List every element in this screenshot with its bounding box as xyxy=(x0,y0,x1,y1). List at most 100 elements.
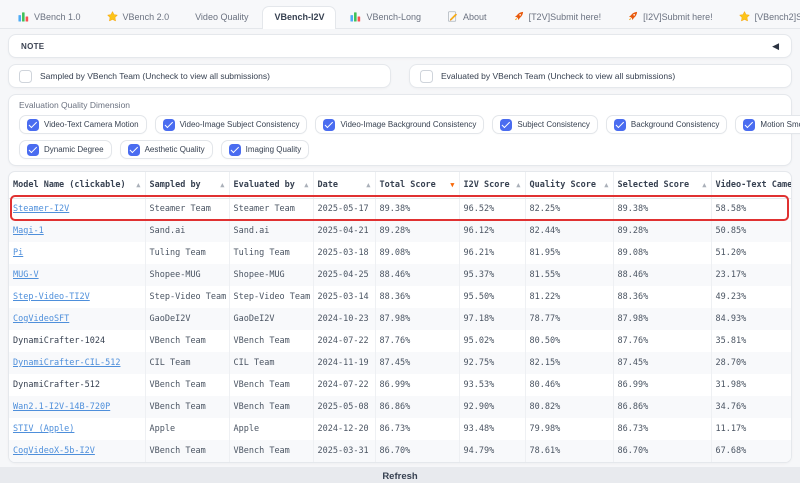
cell-date: 2025-05-08 xyxy=(313,396,375,418)
column-header-i2v-score[interactable]: I2V Score ▲ xyxy=(459,172,525,198)
filter-row: Sampled by VBench Team (Uncheck to view … xyxy=(8,64,792,88)
cell-camera_motion: 50.85% xyxy=(711,220,792,242)
collapse-arrow-icon[interactable]: ◀ xyxy=(772,42,779,51)
cell-total_score: 89.38% xyxy=(375,198,459,220)
note-accordion[interactable]: NOTE ◀ xyxy=(8,34,792,58)
cell-total_score: 86.73% xyxy=(375,418,459,440)
tab-vbench-long[interactable]: VBench-Long xyxy=(338,5,433,28)
tab-vbench-2-0[interactable]: VBench 2.0 xyxy=(95,5,182,28)
dimension-chip-row: Video-Text Camera Motion Video-Image Subj… xyxy=(19,115,781,134)
model-name-link[interactable]: Pi xyxy=(13,248,23,258)
dimension-chip-subject-consistency[interactable]: Subject Consistency xyxy=(492,115,597,134)
model-name-link[interactable]: STIV (Apple) xyxy=(13,424,74,434)
tab-vbench-i2v[interactable]: VBench-I2V xyxy=(262,6,336,29)
dimension-chip-label: Video-Image Background Consistency xyxy=(340,120,476,129)
cell-selected_score: 87.45% xyxy=(613,352,711,374)
cell-date: 2025-03-14 xyxy=(313,286,375,308)
cell-i2v_score: 93.48% xyxy=(459,418,525,440)
sort-asc-icon[interactable]: ▲ xyxy=(220,181,224,189)
column-header-label: I2V Score xyxy=(464,180,510,190)
tab-i2v-submit-here[interactable]: [I2V]Submit here! xyxy=(615,5,725,28)
cell-date: 2025-05-17 xyxy=(313,198,375,220)
checkbox-checked-icon[interactable] xyxy=(163,119,175,131)
checkbox-checked-icon[interactable] xyxy=(229,144,241,156)
checkbox-checked-icon[interactable] xyxy=(323,119,335,131)
column-header-selected-score[interactable]: Selected Score▲ xyxy=(613,172,711,198)
table-row-pi: PiTuling TeamTuling Team2025-03-1889.08%… xyxy=(9,242,792,264)
memo-icon xyxy=(447,11,458,22)
column-header-total-score[interactable]: Total Score▼ xyxy=(375,172,459,198)
cell-camera_motion: 84.93% xyxy=(711,308,792,330)
vbench-leaderboard-app: VBench 1.0VBench 2.0 Video Quality VBench-… xyxy=(0,0,800,483)
checkbox-checked-icon[interactable] xyxy=(27,144,39,156)
model-name-link[interactable]: MUG-V xyxy=(13,270,39,280)
tab-vbench2-submit-here[interactable]: [VBench2]Submit here! xyxy=(727,5,800,28)
model-name-link[interactable]: DynamiCrafter-CIL-512 xyxy=(13,358,120,368)
checkbox-checked-icon[interactable] xyxy=(128,144,140,156)
checkbox-unchecked-icon[interactable] xyxy=(420,70,433,83)
tab-label: Video Quality xyxy=(195,12,248,22)
cell-sampled_by: VBench Team xyxy=(145,374,229,396)
sort-asc-icon[interactable]: ▲ xyxy=(516,181,520,189)
model-name-link[interactable]: Magi-1 xyxy=(13,226,44,236)
dimension-chip-imaging-quality[interactable]: Imaging Quality xyxy=(221,140,310,159)
tab-video-quality[interactable]: Video Quality xyxy=(183,6,260,28)
sort-asc-icon[interactable]: ▲ xyxy=(604,181,608,189)
column-header-sampled-by[interactable]: Sampled by▲ xyxy=(145,172,229,198)
sort-asc-icon[interactable]: ▲ xyxy=(304,181,308,189)
checkbox-unchecked-icon[interactable] xyxy=(19,70,32,83)
dimension-chip-video-image-background-consistency[interactable]: Video-Image Background Consistency xyxy=(315,115,484,134)
model-name-link[interactable]: CogVideoSFT xyxy=(13,314,69,324)
model-name-link[interactable]: Wan2.1-I2V-14B-720P xyxy=(13,402,110,412)
model-name-link[interactable]: Step-Video-TI2V xyxy=(13,292,90,302)
cell-i2v_score: 93.53% xyxy=(459,374,525,396)
evaluated-by-filter[interactable]: Evaluated by VBench Team (Uncheck to vie… xyxy=(409,64,792,88)
cell-quality_score: 81.22% xyxy=(525,286,613,308)
sort-asc-icon[interactable]: ▲ xyxy=(136,181,140,189)
checkbox-checked-icon[interactable] xyxy=(27,119,39,131)
sort-asc-icon[interactable]: ▲ xyxy=(702,181,706,189)
table-row-cogvideox-5b-i2v: CogVideoX-5b-I2VVBench TeamVBench Team20… xyxy=(9,440,792,462)
model-name-text: DynamiCrafter-512 xyxy=(13,380,100,390)
dimension-chip-row: Dynamic Degree Aesthetic Quality Imaging Q… xyxy=(19,140,781,159)
cell-i2v_score: 94.79% xyxy=(459,440,525,462)
table-row-dynamicrafter-cil-512: DynamiCrafter-CIL-512CIL TeamCIL Team202… xyxy=(9,352,792,374)
checkbox-checked-icon[interactable] xyxy=(743,119,755,131)
tab-about[interactable]: About xyxy=(435,5,499,28)
dimension-chip-motion-smoothness[interactable]: Motion Smoothness xyxy=(735,115,800,134)
cell-total_score: 87.45% xyxy=(375,352,459,374)
refresh-button[interactable]: Refresh xyxy=(0,467,800,483)
column-header-quality-score[interactable]: Quality Score▲ xyxy=(525,172,613,198)
column-header-date[interactable]: Date▲ xyxy=(313,172,375,198)
column-header-model-name-clickable[interactable]: Model Name (clickable)▲ xyxy=(9,172,145,198)
tab-label: [VBench2]Submit here! xyxy=(755,12,800,22)
column-header-evaluated-by[interactable]: Evaluated by▲ xyxy=(229,172,313,198)
cell-i2v_score: 96.21% xyxy=(459,242,525,264)
dimension-chip-label: Motion Smoothness xyxy=(760,120,800,129)
cell-date: 2025-04-21 xyxy=(313,220,375,242)
checkbox-checked-icon[interactable] xyxy=(500,119,512,131)
sort-asc-icon[interactable]: ▲ xyxy=(366,181,370,189)
tab-vbench-1-0[interactable]: VBench 1.0 xyxy=(6,5,93,28)
cell-total_score: 88.36% xyxy=(375,286,459,308)
cell-selected_score: 86.99% xyxy=(613,374,711,396)
sampled-by-filter[interactable]: Sampled by VBench Team (Uncheck to view … xyxy=(8,64,391,88)
cell-date: 2024-12-20 xyxy=(313,418,375,440)
cell-model: CogVideoSFT xyxy=(9,308,145,330)
dimension-chip-video-text-camera-motion[interactable]: Video-Text Camera Motion xyxy=(19,115,147,134)
model-name-link[interactable]: CogVideoX-5b-I2V xyxy=(13,446,95,456)
table-row-cogvideosft: CogVideoSFTGaoDeI2VGaoDeI2V2024-10-2387.… xyxy=(9,308,792,330)
dimension-chip-aesthetic-quality[interactable]: Aesthetic Quality xyxy=(120,140,213,159)
dimension-chip-video-image-subject-consistency[interactable]: Video-Image Subject Consistency xyxy=(155,115,308,134)
checkbox-checked-icon[interactable] xyxy=(614,119,626,131)
tab-t2v-submit-here[interactable]: [T2V]Submit here! xyxy=(501,5,614,28)
dimension-chip-dynamic-degree[interactable]: Dynamic Degree xyxy=(19,140,112,159)
cell-model: Step-Video-TI2V xyxy=(9,286,145,308)
column-header-video-text-camera-motion[interactable]: Video-Text Camera Motion▲ xyxy=(711,172,792,198)
dimension-chip-background-consistency[interactable]: Background Consistency xyxy=(606,115,728,134)
cell-i2v_score: 95.37% xyxy=(459,264,525,286)
model-name-link[interactable]: Steamer-I2V xyxy=(13,204,69,214)
cell-model: STIV (Apple) xyxy=(9,418,145,440)
sort-desc-icon[interactable]: ▼ xyxy=(450,181,454,189)
cell-total_score: 86.99% xyxy=(375,374,459,396)
